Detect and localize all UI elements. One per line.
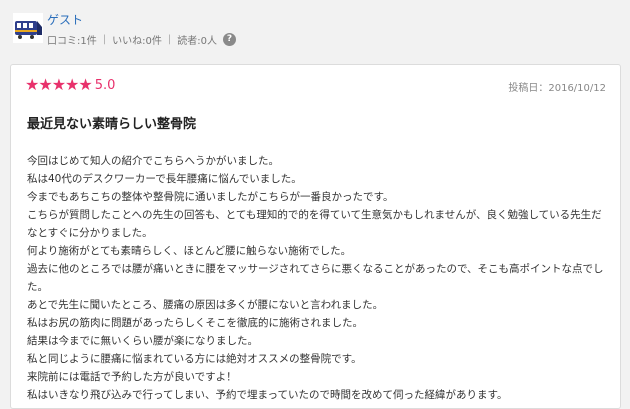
question-mark-icon[interactable]: ? — [222, 33, 236, 46]
review-card: ★ ★ ★ ★ ★ 5.0 投稿日：2016/10/12 最近見ない素晴らしい整… — [10, 64, 621, 409]
star-icon: ★ — [25, 75, 40, 94]
review-paragraph: 来院前には電話で予約した方が良いですよ！ — [27, 371, 237, 383]
star-rating: ★ ★ ★ ★ ★ 5.0 — [25, 76, 115, 94]
review-paragraph: 結果は今までに無いくらい腰が楽になりました。 — [27, 335, 258, 347]
review-paragraph: あとで先生に聞いたところ、腰痛の原因は多くが腰にないと言われました。 — [27, 299, 384, 311]
stats-divider: | — [167, 34, 172, 45]
review-title: 最近見ない素晴らしい整骨院 — [27, 117, 197, 132]
user-stats: 口コミ:1件 | いいね:0件 | 読者:0人 ? — [47, 32, 236, 47]
star-icon: ★ — [51, 75, 67, 94]
review-paragraph: 私は40代のデスクワーカーで長年腰痛に悩んでいました。 — [27, 173, 302, 185]
user-header: ゲスト 口コミ:1件 | いいね:0件 | 読者:0人 ? — [0, 0, 630, 56]
stats-divider: | — [102, 34, 107, 45]
like-count: いいね:0件 — [112, 36, 162, 47]
review-body: 今回はじめて知人の紹介でこちらへうかがいました。 私は40代のデスクワーカーで長… — [27, 152, 612, 404]
star-icon: ★ — [65, 75, 80, 94]
review-paragraph: 今回はじめて知人の紹介でこちらへうかがいました。 — [27, 155, 279, 167]
review-count: 口コミ:1件 — [47, 36, 97, 47]
review-paragraph: 過去に他のところでは腰が痛いときに腰をマッサージされてさらに悪くなることがあった… — [27, 263, 604, 293]
rating-score: 5.0 — [94, 77, 116, 93]
star-icon: ★ — [78, 75, 93, 94]
review-paragraph: 今までもあちこちの整体や整骨院に通いましたがこちらが一番良かったです。 — [27, 191, 394, 203]
review-paragraph: 私と同じように腰痛に悩まれている方には絶対オススメの整骨院です。 — [27, 353, 362, 365]
train-avatar-icon[interactable] — [13, 13, 43, 43]
post-date: 投稿日：2016/10/12 — [508, 83, 606, 94]
review-paragraph: 私はいきなり飛び込みで行ってしまい、予約で埋まっていたので時間を改めて伺った経緯… — [27, 389, 508, 401]
review-paragraph: 私はお尻の筋肉に問題があったらしくそこを徹底的に施術されました。 — [27, 317, 363, 329]
review-paragraph: 何より施術がとても素晴らしく、ほとんど腰に触らない施術でした。 — [27, 245, 352, 257]
star-icon: ★ — [38, 75, 53, 94]
review-paragraph: こちらが質問したことへの先生の回答も、とても理知的で的を得ていて生意気かもしれま… — [27, 209, 602, 239]
user-name-link[interactable]: ゲスト — [47, 11, 83, 28]
reader-count: 読者:0人 — [177, 36, 217, 47]
